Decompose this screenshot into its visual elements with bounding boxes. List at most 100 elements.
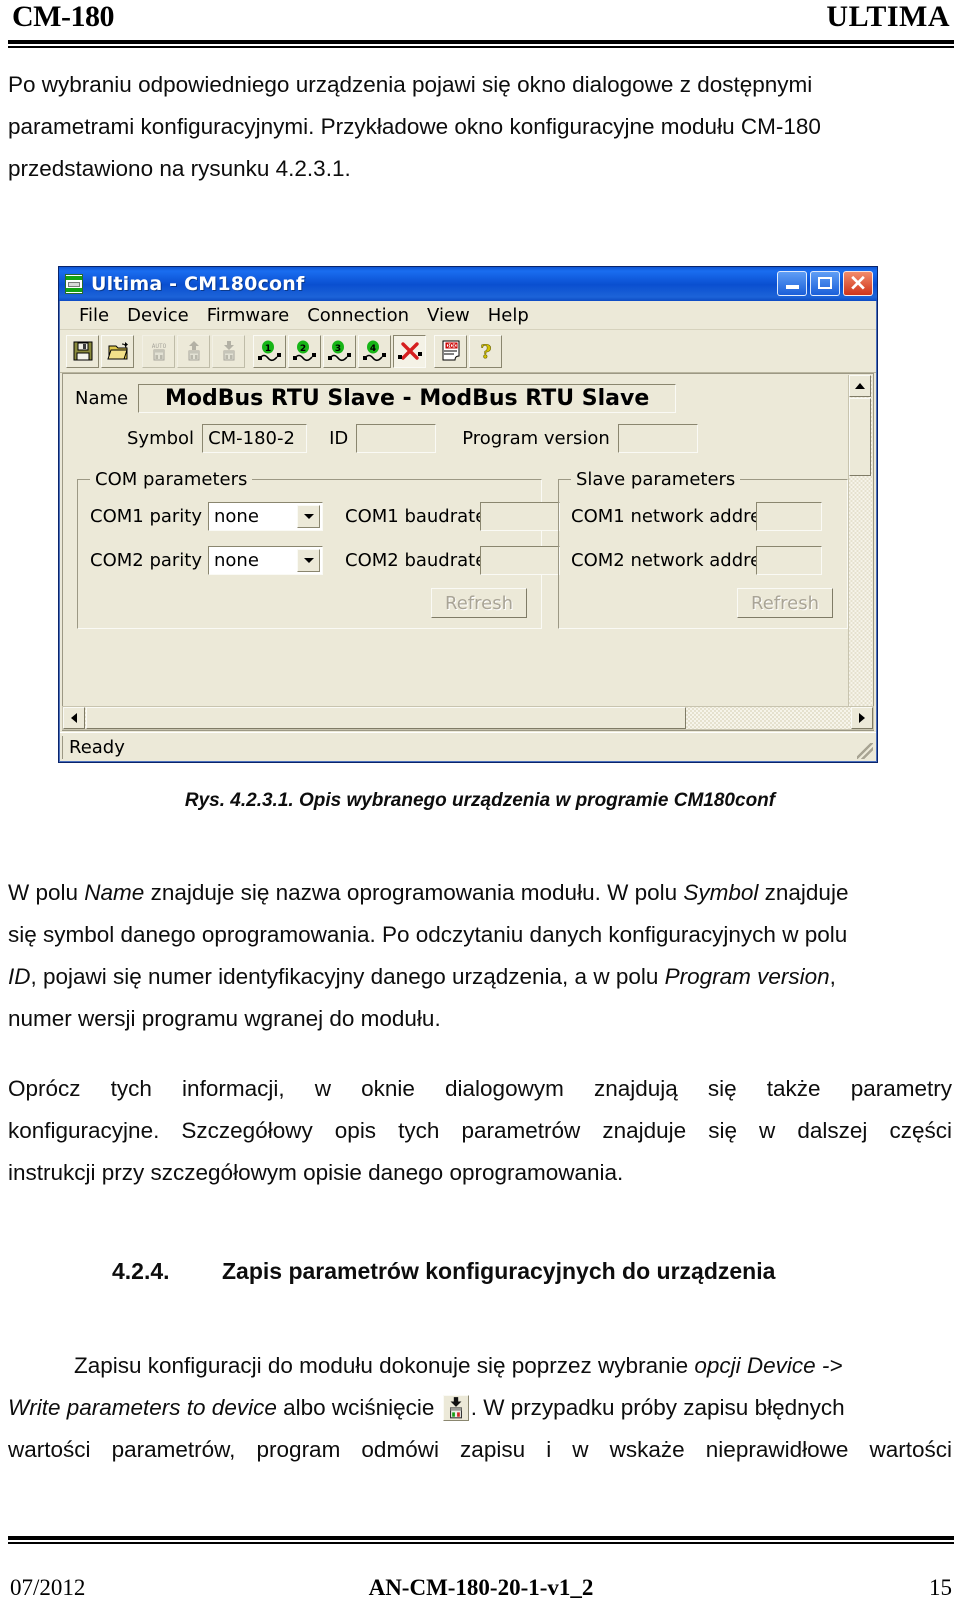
symbol-field[interactable]: CM-180-2 (202, 424, 308, 453)
com-parameters-group: COM parameters COM1 parity none COM1 bau… (77, 469, 560, 629)
p2-l4: numer wersji programu wgranej do modułu. (8, 1006, 441, 1031)
com2-baudrate-field[interactable] (480, 546, 560, 575)
com1-baudrate-label: COM1 baudrate (345, 506, 487, 527)
menu-item-firmware[interactable]: Firmware (198, 303, 299, 328)
chevron-down-icon[interactable] (297, 549, 320, 572)
menu-item-device[interactable]: Device (118, 303, 198, 328)
header-product-name: CM-180 (12, 0, 114, 33)
footer-rule (8, 1536, 954, 1544)
resize-grip-icon[interactable] (857, 743, 873, 759)
connection-3-icon[interactable]: 3 (323, 334, 356, 368)
slave-refresh-button[interactable]: Refresh (737, 588, 833, 618)
com2-network-address-label: COM2 network address (571, 550, 780, 571)
intro-paragraph-line2: parametrami konfiguracyjnymi. Przykładow… (8, 106, 952, 148)
connection-2-icon[interactable]: 2 (288, 334, 321, 368)
figure-caption: Rys. 4.2.3.1. Opis wybranego urządzenia … (184, 790, 776, 811)
footer-document-id: AN-CM-180-20-1-v1_2 (368, 1575, 594, 1600)
horizontal-scrollbar-thumb[interactable] (86, 707, 686, 729)
p2-l1-c: znajduje (758, 880, 849, 905)
page-header: CM-180 ULTIMA (8, 0, 952, 44)
symbol-label: Symbol (127, 428, 195, 449)
field-ref-name: Name (84, 880, 145, 905)
paragraph-2-line-3: ID, pojawi się numer identyfikacyjny dan… (8, 956, 952, 998)
menu-path-write-parameters: Write parameters to device (8, 1395, 277, 1420)
status-text: Ready (62, 735, 125, 759)
name-label: Name (75, 388, 129, 409)
com1-parity-select[interactable]: none (208, 502, 323, 531)
id-label: ID (329, 428, 349, 449)
com2-network-address-field[interactable] (756, 546, 822, 575)
com1-baudrate-field[interactable] (480, 502, 560, 531)
minimize-button[interactable] (777, 271, 807, 296)
p2-l1-a: W polu (8, 880, 85, 905)
symbol-row: Symbol CM-180-2 ID Program version (127, 424, 698, 453)
com1-network-address-row: COM1 network address (571, 502, 822, 531)
p2-l3-a: , pojawi się numer identyfikacyjny daneg… (30, 964, 665, 989)
window-title: Ultima - CM180conf (91, 273, 305, 295)
slave-parameters-title: Slave parameters (571, 469, 741, 490)
menu-item-connection[interactable]: Connection (298, 303, 418, 328)
intro-line-1: Po wybraniu odpowiedniego urządzenia poj… (8, 72, 813, 97)
paragraph-2-line-1: W polu Name znajduje się nazwa oprogramo… (8, 872, 952, 914)
com1-network-address-label: COM1 network address (571, 506, 780, 527)
svg-text:1: 1 (264, 344, 270, 354)
section-heading-number: 4.2.4. (112, 1258, 170, 1284)
menu-item-file[interactable]: File (70, 303, 118, 328)
com-refresh-button[interactable]: Refresh (431, 588, 527, 618)
write-parameters-to-device-icon[interactable] (212, 334, 245, 368)
help-icon[interactable]: ? (469, 334, 502, 368)
svg-text:2: 2 (299, 344, 305, 354)
vertical-scrollbar-thumb[interactable] (849, 398, 871, 476)
connection-1-icon[interactable]: 1 (253, 334, 286, 368)
slave-parameters-group: Slave parameters COM1 network address CO… (558, 469, 848, 629)
com1-parity-label: COM1 parity (90, 506, 203, 527)
footer-page-number: 15 (929, 1575, 952, 1600)
com2-network-address-row: COM2 network address (571, 546, 822, 575)
p4-l2-a: albo wciśnięcie (276, 1395, 441, 1420)
program-version-field[interactable] (617, 424, 698, 453)
menu-item-view[interactable]: View (418, 303, 479, 328)
vertical-scrollbar[interactable] (848, 375, 872, 729)
connection-4-icon[interactable]: 4 (358, 334, 391, 368)
p3-l2: konfiguracyjne. Szczegółowy opis tych pa… (8, 1118, 952, 1143)
save-icon[interactable] (66, 334, 99, 368)
svg-text:?: ? (480, 341, 491, 362)
p4-l2-b: . W przypadku próby zapisu błędnych (470, 1395, 845, 1420)
p2-l2: się symbol danego oprogramowania. Po odc… (8, 922, 848, 947)
menubar: File Device Firmware Connection View Hel… (60, 301, 876, 330)
toolbar: AUTO 1 2 3 4 DOC ? (60, 330, 876, 373)
header-rule (8, 40, 954, 48)
paragraph-2-line-4: numer wersji programu wgranej do modułu. (8, 998, 952, 1040)
section-heading-text: Zapis parametrów konfiguracyjnych do urz… (222, 1258, 776, 1284)
id-field[interactable] (356, 424, 437, 453)
com1-network-address-field[interactable] (756, 502, 822, 531)
disconnect-icon[interactable] (393, 334, 426, 368)
svg-text:AUTO: AUTO (151, 343, 166, 350)
statusbar: Ready (60, 732, 876, 761)
close-button[interactable] (843, 269, 873, 298)
com2-parity-select[interactable]: none (208, 546, 323, 575)
svg-text:4: 4 (369, 344, 375, 354)
com2-parity-row: COM2 parity none COM2 baudrate (90, 546, 560, 575)
menu-item-help[interactable]: Help (479, 303, 538, 328)
field-ref-symbol: Symbol (683, 880, 759, 905)
documentation-icon[interactable]: DOC (434, 334, 467, 368)
horizontal-scrollbar[interactable] (62, 706, 874, 730)
header-brand-name: ULTIMA (826, 0, 950, 33)
p4-l1-a: Zapisu konfiguracji do modułu dokonuje s… (74, 1353, 695, 1378)
scroll-up-button[interactable] (849, 375, 871, 397)
field-ref-program-version: Program version (664, 964, 830, 989)
intro-line-3: przedstawiono na rysunku 4.2.3.1. (8, 156, 351, 181)
svg-text:3: 3 (334, 344, 340, 354)
name-field[interactable]: ModBus RTU Slave - ModBus RTU Slave (138, 384, 677, 413)
open-icon[interactable] (101, 334, 134, 368)
paragraph-4-line-2: Write parameters to device albo wciśnięc… (8, 1387, 952, 1429)
auto-detect-icon[interactable]: AUTO (142, 334, 175, 368)
paragraph-4-line-1: Zapisu konfiguracji do modułu dokonuje s… (74, 1345, 952, 1387)
maximize-button[interactable] (810, 271, 840, 296)
read-parameters-from-device-icon[interactable] (177, 334, 210, 368)
chevron-down-icon[interactable] (297, 505, 320, 528)
write-parameters-to-device-icon[interactable] (442, 1395, 469, 1421)
scroll-right-button[interactable] (851, 707, 873, 729)
scroll-left-button[interactable] (63, 707, 85, 729)
